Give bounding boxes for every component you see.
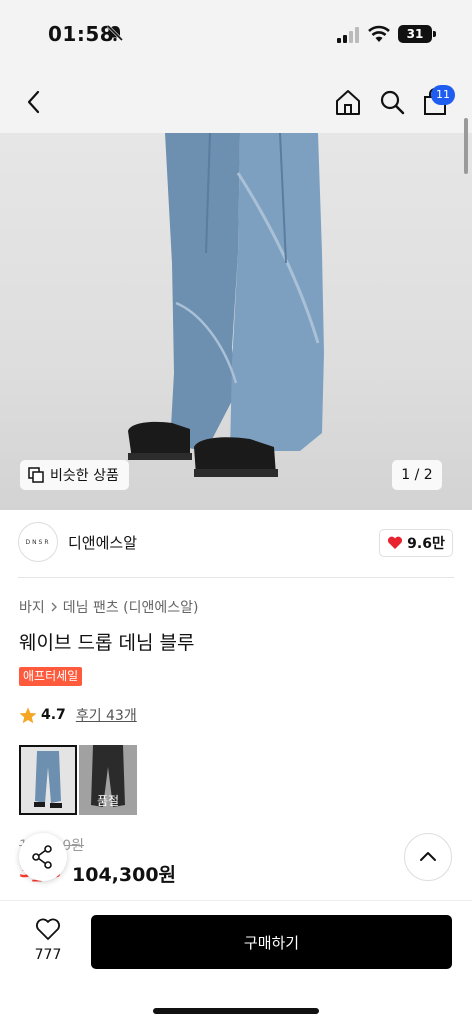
- overlap-squares-icon: [28, 467, 44, 483]
- brand-name[interactable]: 디앤에스알: [68, 532, 137, 553]
- share-icon: [32, 845, 52, 869]
- wishlist-count: 777: [34, 947, 62, 963]
- status-time: 01:58: [48, 22, 115, 46]
- bell-muted-icon: [106, 24, 124, 42]
- image-pager: 1 / 2: [392, 460, 442, 490]
- heart-outline-icon: [36, 918, 60, 940]
- thumbnail-blue-image: [21, 747, 75, 813]
- heart-filled-icon: [388, 536, 403, 549]
- chevron-right-icon: [51, 602, 57, 612]
- rating-row[interactable]: 4.7 후기 43개: [19, 705, 137, 725]
- sale-badge: 애프터세일: [19, 667, 83, 686]
- buy-button[interactable]: 구매하기: [91, 915, 452, 969]
- breadcrumb-category[interactable]: 바지: [19, 597, 45, 617]
- brand-like-button[interactable]: 9.6만: [379, 529, 453, 557]
- star-icon: [19, 707, 37, 723]
- brand-like-count: 9.6만: [407, 536, 445, 552]
- brand-row[interactable]: DNSR 디앤에스알 9.6만: [18, 522, 454, 564]
- thumbnail-black[interactable]: 품절: [79, 745, 137, 815]
- battery-cap: [433, 31, 436, 37]
- similar-products-button[interactable]: 비슷한 상품: [20, 460, 129, 490]
- breadcrumb-subcategory[interactable]: 데님 팬츠 (디앤에스알): [63, 597, 199, 617]
- bottom-action-bar: 777 구매하기: [0, 900, 472, 1024]
- cellular-signal-icon: [337, 27, 359, 43]
- chevron-up-icon: [420, 852, 436, 861]
- wishlist-button[interactable]: 777: [24, 917, 72, 965]
- jeans-photo: [128, 133, 324, 477]
- soldout-label: 품절: [96, 794, 120, 808]
- sale-price: 104,300원: [72, 864, 177, 886]
- back-icon[interactable]: [22, 88, 46, 116]
- review-count-link[interactable]: 후기 43개: [76, 705, 137, 725]
- thumbnail-blue[interactable]: [19, 745, 77, 815]
- similar-products-label: 비슷한 상품: [50, 468, 119, 484]
- home-indicator: [153, 1008, 319, 1014]
- scroll-indicator[interactable]: [464, 118, 468, 174]
- brand-logo[interactable]: DNSR: [18, 522, 58, 562]
- cart-count-badge: 11: [431, 85, 455, 105]
- divider: [18, 577, 454, 578]
- battery-level: 31: [398, 25, 432, 43]
- share-button[interactable]: [19, 833, 67, 881]
- search-icon[interactable]: [378, 88, 406, 116]
- wifi-icon: [368, 25, 390, 42]
- home-icon[interactable]: [334, 88, 362, 116]
- status-bar: 01:58 31: [0, 0, 472, 70]
- scroll-top-button[interactable]: [404, 833, 452, 881]
- top-navigation: 11: [0, 70, 472, 133]
- product-image[interactable]: [0, 133, 472, 510]
- rating-score: 4.7: [41, 707, 66, 723]
- breadcrumb: 바지 데님 팬츠 (디앤에스알): [19, 597, 199, 617]
- product-title: 웨이브 드롭 데님 블루: [19, 632, 195, 654]
